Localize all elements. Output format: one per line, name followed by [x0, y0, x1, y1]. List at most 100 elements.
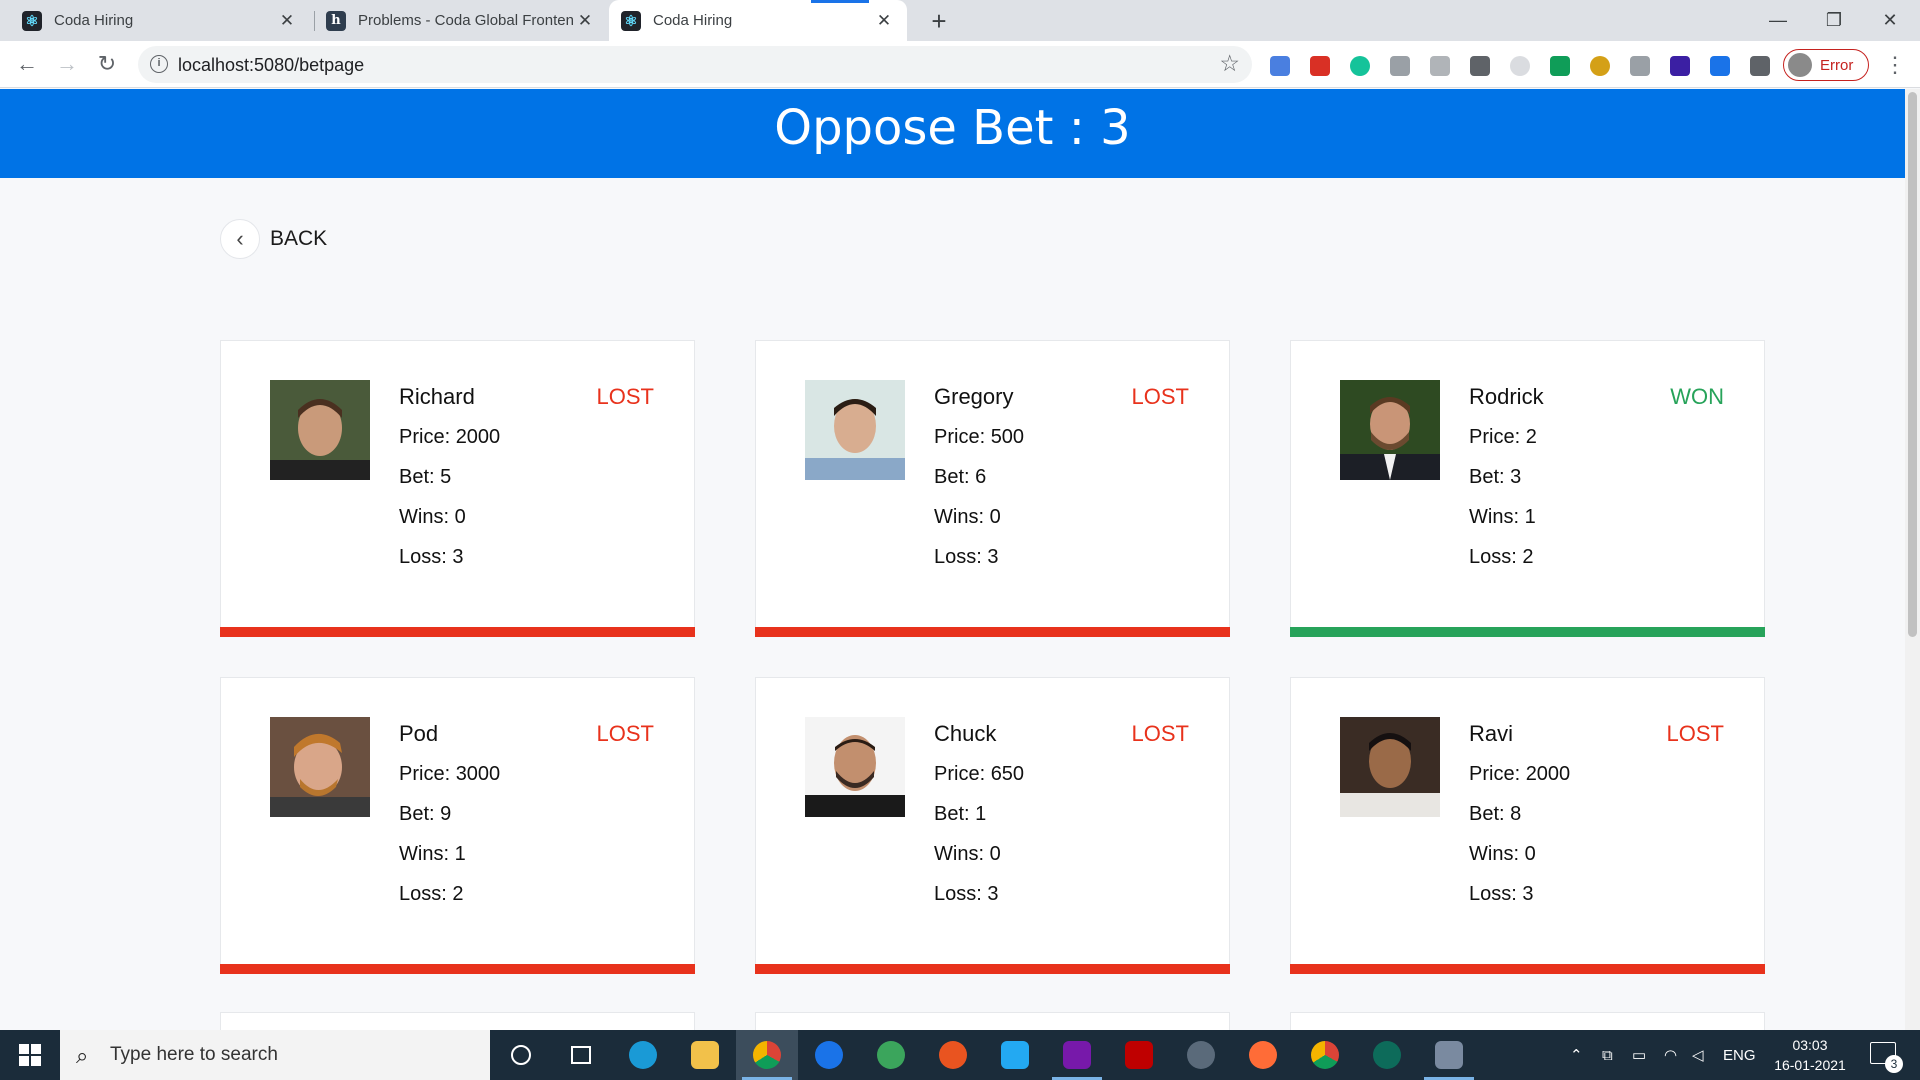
- price-label: Price:: [1469, 426, 1526, 448]
- extension-icon[interactable]: [1550, 56, 1570, 76]
- clock[interactable]: 03:03 16-01-2021: [1765, 1035, 1855, 1075]
- chevron-up-icon[interactable]: ⌃: [1570, 1030, 1583, 1080]
- back-arrow-icon[interactable]: ←: [10, 47, 44, 81]
- bet-label: Bet:: [399, 803, 441, 825]
- wins-row: Wins: 1: [1469, 506, 1536, 529]
- chrome-icon[interactable]: [1294, 1030, 1356, 1080]
- loss-value: 2: [452, 883, 464, 905]
- extension-icon[interactable]: [1310, 56, 1330, 76]
- file-explorer-icon[interactable]: [674, 1030, 736, 1080]
- new-tab-button[interactable]: +: [922, 4, 956, 38]
- close-icon[interactable]: ✕: [574, 11, 596, 31]
- bet-row: Bet: 9: [399, 803, 451, 826]
- minimize-button[interactable]: —: [1750, 0, 1806, 41]
- scrollbar-thumb[interactable]: [1908, 92, 1917, 637]
- postman-icon[interactable]: [1232, 1030, 1294, 1080]
- price-row: Price: 3000: [399, 763, 500, 786]
- player-card[interactable]: Chuck LOST Price: 650 Bet: 1 Wins: 0 Los…: [755, 677, 1230, 974]
- extension-icon[interactable]: [1510, 56, 1530, 76]
- player-card[interactable]: Gregory LOST Price: 500 Bet: 6 Wins: 0 L…: [755, 340, 1230, 637]
- edge-icon[interactable]: [612, 1030, 674, 1080]
- vscode-icon[interactable]: [984, 1030, 1046, 1080]
- app-icon[interactable]: [1170, 1030, 1232, 1080]
- react-icon: ⚛: [621, 10, 641, 31]
- page-title: Oppose Bet : 3: [774, 99, 1131, 156]
- player-card-partial[interactable]: [755, 1012, 1230, 1030]
- wins-row: Wins: 0: [1469, 843, 1536, 866]
- maps-icon[interactable]: [798, 1030, 860, 1080]
- translate-extension-icon[interactable]: [1270, 56, 1290, 76]
- restore-button[interactable]: ❐: [1806, 0, 1862, 41]
- loss-row: Loss: 3: [1469, 883, 1533, 906]
- app-icon[interactable]: [860, 1030, 922, 1080]
- snipping-tool-icon[interactable]: [1418, 1030, 1480, 1080]
- player-card[interactable]: Rodrick WON Price: 2 Bet: 3 Wins: 1 Loss…: [1290, 340, 1765, 637]
- ubuntu-icon[interactable]: [922, 1030, 984, 1080]
- task-view-icon[interactable]: [550, 1030, 612, 1080]
- bookmark-star-icon[interactable]: ☆: [1219, 50, 1240, 77]
- extension-icon[interactable]: [1710, 56, 1730, 76]
- tab-coda-hiring-active[interactable]: ⚛ Coda Hiring ✕: [609, 0, 907, 41]
- status-badge: LOST: [1131, 721, 1189, 746]
- loss-value: 3: [452, 546, 464, 568]
- onenote-icon[interactable]: [1046, 1030, 1108, 1080]
- reload-icon[interactable]: ↻: [90, 47, 124, 81]
- bet-label: Bet:: [1469, 803, 1511, 825]
- price-row: Price: 500: [934, 426, 1024, 449]
- address-bar[interactable]: i localhost:5080/betpage ☆: [138, 46, 1252, 83]
- notification-icon[interactable]: 3: [1870, 1042, 1903, 1073]
- player-card[interactable]: Richard LOST Price: 2000 Bet: 5 Wins: 0 …: [220, 340, 695, 637]
- language-indicator[interactable]: ENG: [1723, 1030, 1756, 1080]
- wifi-icon[interactable]: ◠: [1664, 1030, 1677, 1080]
- wins-row: Wins: 0: [934, 506, 1001, 529]
- profile-button[interactable]: Error: [1783, 49, 1869, 81]
- grammarly-icon[interactable]: [1350, 56, 1370, 76]
- cookie-icon[interactable]: [1590, 56, 1610, 76]
- chrome-icon[interactable]: [736, 1030, 798, 1080]
- player-card[interactable]: Pod LOST Price: 3000 Bet: 9 Wins: 1 Loss…: [220, 677, 695, 974]
- search-icon: ⌕: [76, 1043, 89, 1068]
- hackerearth-icon: h: [326, 10, 346, 31]
- extension-icon[interactable]: [1630, 56, 1650, 76]
- url-text[interactable]: localhost:5080/betpage: [178, 55, 364, 76]
- profile-label: Error: [1820, 56, 1854, 74]
- info-icon[interactable]: i: [150, 55, 168, 73]
- windows-start-icon[interactable]: [0, 1030, 60, 1080]
- price-value: 2: [1525, 426, 1537, 448]
- player-card-partial[interactable]: [220, 1012, 695, 1030]
- extension-icon[interactable]: [1670, 56, 1690, 76]
- wins-label: Wins:: [399, 506, 455, 528]
- battery-icon[interactable]: ▭: [1632, 1030, 1646, 1080]
- camera-icon[interactable]: [1470, 56, 1490, 76]
- json-extension-icon[interactable]: [1430, 56, 1450, 76]
- volume-icon[interactable]: ◁: [1692, 1030, 1704, 1080]
- tab-problems[interactable]: h Problems - Coda Global Frontend ✕: [314, 0, 608, 41]
- player-card[interactable]: Ravi LOST Price: 2000 Bet: 8 Wins: 0 Los…: [1290, 677, 1765, 974]
- tab-coda-hiring-1[interactable]: ⚛ Coda Hiring ✕: [10, 0, 310, 41]
- bet-label: Bet:: [934, 803, 976, 825]
- status-badge: LOST: [596, 384, 654, 409]
- status-bar: [1290, 964, 1765, 974]
- taskbar-search-input[interactable]: ⌕ Type here to search: [60, 1030, 490, 1080]
- extension-icon[interactable]: [1390, 56, 1410, 76]
- close-icon[interactable]: ✕: [276, 11, 298, 31]
- network-icon[interactable]: ⧉: [1602, 1030, 1613, 1080]
- player-card-partial[interactable]: [1290, 1012, 1765, 1030]
- gitkraken-icon[interactable]: [1356, 1030, 1418, 1080]
- price-label: Price:: [399, 763, 456, 785]
- page-scrollbar[interactable]: [1905, 89, 1920, 1030]
- menu-icon[interactable]: ⋮: [1880, 49, 1910, 81]
- player-name: Gregory: [934, 384, 1014, 409]
- filezilla-icon[interactable]: [1108, 1030, 1170, 1080]
- back-label: BACK: [270, 227, 328, 250]
- forward-arrow-icon[interactable]: →: [50, 47, 84, 81]
- bet-row: Bet: 1: [934, 803, 986, 826]
- puzzle-icon[interactable]: [1750, 56, 1770, 76]
- wins-label: Wins:: [934, 843, 990, 865]
- cortana-icon[interactable]: [490, 1030, 552, 1080]
- close-window-button[interactable]: ✕: [1862, 0, 1918, 41]
- back-button[interactable]: ‹ BACK: [220, 219, 327, 259]
- bet-value: 9: [440, 803, 452, 825]
- close-icon[interactable]: ✕: [873, 11, 895, 31]
- status-badge: LOST: [1666, 721, 1724, 746]
